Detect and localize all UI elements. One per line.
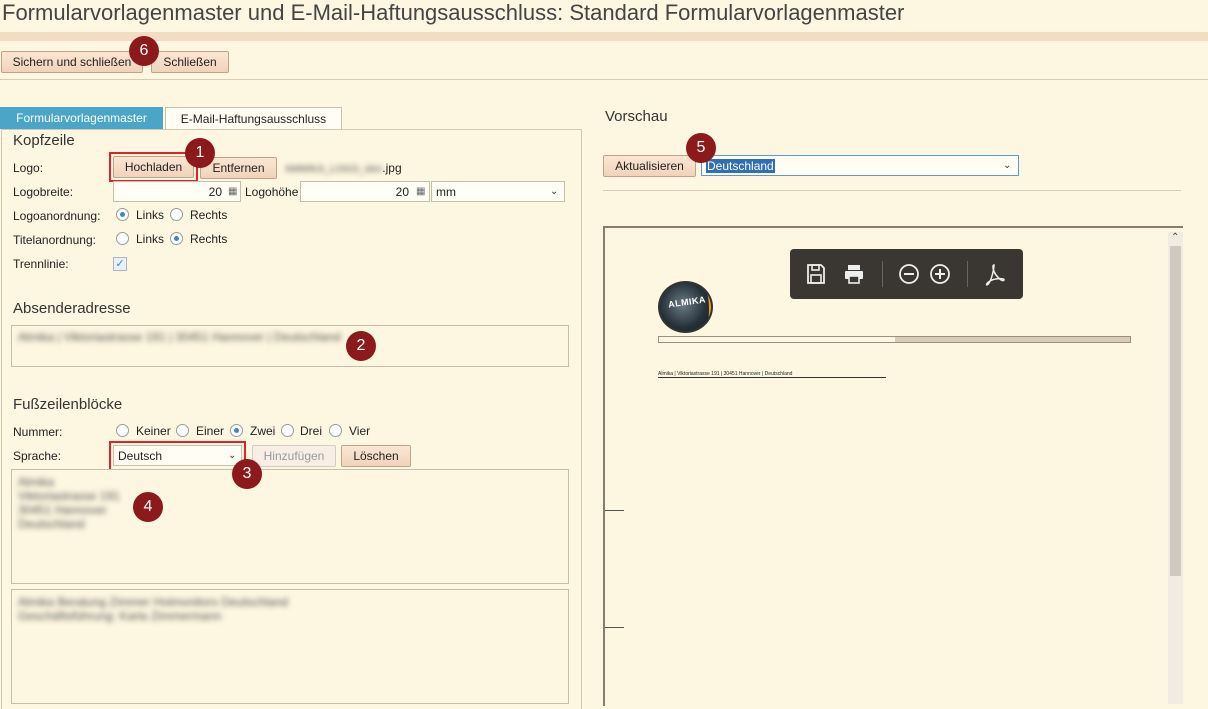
zoom-out-icon[interactable] (897, 262, 921, 286)
title-align-right-label: Rechts (190, 232, 228, 246)
number-one-label: Einer (196, 424, 225, 438)
page-title: Formularvorlagenmaster und E-Mail-Haftun… (2, 0, 905, 25)
logo-align-label: Logoanordnung: (13, 209, 101, 223)
scroll-up-icon[interactable]: ⌃ (1171, 232, 1179, 243)
title-divider (0, 32, 1208, 41)
title-align-label: Titelanordnung: (13, 233, 96, 247)
toolbar-separator (882, 261, 883, 287)
number-three-label: Drei (300, 424, 323, 438)
preview-divider (603, 190, 1181, 191)
number-four-label: Vier (349, 424, 371, 438)
annotation-badge-3: 3 (232, 459, 262, 489)
number-one-radio[interactable] (176, 424, 189, 437)
logo-align-left-label: Links (136, 208, 165, 222)
logo-width-label: Logobreite: (13, 185, 74, 199)
logo-align-right-radio[interactable] (170, 208, 183, 221)
fold-mark (605, 627, 624, 628)
pdf-toolbar (790, 249, 1023, 299)
annotation-badge-5: 5 (686, 133, 716, 163)
annotation-badge-1: 1 (185, 138, 215, 168)
logo-align-right-label: Rechts (190, 208, 228, 222)
logo-label: Logo: (13, 161, 44, 175)
tab-formularvorlagenmaster[interactable]: Formularvorlagenmaster (0, 107, 163, 129)
annotation-badge-4: 4 (133, 492, 163, 522)
footer-block-1-text: Almika Viktoriastrasse 191 30451 Hannove… (18, 475, 120, 531)
logo-filename: AMMIKA_LOGO_skin.jpg (285, 161, 402, 175)
number-two-radio[interactable] (230, 424, 243, 437)
country-select[interactable]: Deutschland (701, 155, 1019, 176)
title-align-left-radio[interactable] (116, 232, 129, 245)
calendar-icon[interactable]: ▦ (228, 186, 237, 197)
sender-address-field[interactable]: Almika | Viktoriastrasse 191 | 30451 Han… (11, 325, 569, 367)
logo-height-input[interactable]: 20 (300, 181, 430, 202)
close-button[interactable]: Schließen (151, 51, 229, 73)
language-label: Sprache: (13, 449, 62, 463)
annotation-badge-6: 6 (129, 36, 159, 66)
section-fusszeilenbloecke: Fußzeilenblöcke (13, 396, 123, 413)
country-value: Deutschland (706, 158, 775, 173)
preview-scroll-thumb[interactable] (1170, 246, 1181, 576)
logo-width-input[interactable]: 20 (113, 181, 241, 202)
title-align-left-label: Links (136, 232, 165, 246)
number-none-radio[interactable] (116, 424, 129, 437)
preview-logo: ALMIKA (658, 281, 713, 333)
section-kopfzeile: Kopfzeile (13, 132, 75, 149)
title-align-right-radio[interactable] (170, 232, 183, 245)
footer-block-2[interactable]: Almika Beratung Zimmer Hotmonitors Deuts… (11, 589, 569, 704)
logo-width-value: 20 (208, 184, 222, 199)
preview-title: Vorschau (605, 108, 668, 125)
logo-height-label: Logohöhe (245, 185, 299, 199)
footer-block-1[interactable]: Almika Viktoriastrasse 191 30451 Hannove… (11, 469, 569, 584)
delete-button[interactable]: Löschen (341, 445, 411, 467)
logo-file-extension: .jpg (382, 161, 402, 175)
unit-value: mm (436, 184, 456, 199)
print-icon[interactable] (842, 262, 866, 286)
toolbar-divider (0, 79, 1208, 80)
tab-email-haftungsausschluss[interactable]: E-Mail-Haftungsausschluss (165, 107, 342, 129)
annotation-badge-2: 2 (346, 331, 376, 361)
logo-align-left-radio[interactable] (116, 208, 129, 221)
section-absenderadresse: Absenderadresse (13, 300, 131, 317)
preview-divider-line (658, 336, 1131, 343)
chevron-down-icon[interactable]: ⌄ (1003, 160, 1011, 171)
preview-sender-line: Almika | Viktoriastrasse 191 | 30451 Han… (658, 371, 886, 378)
number-none-label: Keiner (136, 424, 171, 438)
divider-checkbox[interactable]: ✓ (113, 257, 127, 271)
chevron-down-icon[interactable]: ⌄ (550, 186, 558, 197)
save-and-close-button[interactable]: Sichern und schließen (1, 51, 143, 73)
footer-block-2-text: Almika Beratung Zimmer Hotmonitors Deuts… (18, 595, 289, 623)
number-label: Nummer: (13, 425, 63, 439)
logo-height-value: 20 (395, 184, 409, 199)
sender-address-value: Almika | Viktoriastrasse 191 | 30451 Han… (18, 330, 341, 344)
unit-select[interactable]: mm (431, 181, 565, 202)
refresh-button[interactable]: Aktualisieren (603, 155, 696, 177)
save-icon[interactable] (804, 262, 828, 286)
toolbar-separator (967, 261, 968, 287)
add-button[interactable]: Hinzufügen (252, 445, 336, 467)
highlight-language (109, 441, 246, 472)
number-three-radio[interactable] (281, 424, 294, 437)
calendar-icon[interactable]: ▦ (416, 186, 425, 197)
pdf-icon[interactable] (983, 262, 1007, 286)
number-two-label: Zwei (250, 424, 276, 438)
zoom-in-icon[interactable] (928, 262, 952, 286)
number-four-radio[interactable] (329, 424, 342, 437)
fold-mark (605, 510, 624, 511)
divider-label: Trennlinie: (13, 257, 69, 271)
